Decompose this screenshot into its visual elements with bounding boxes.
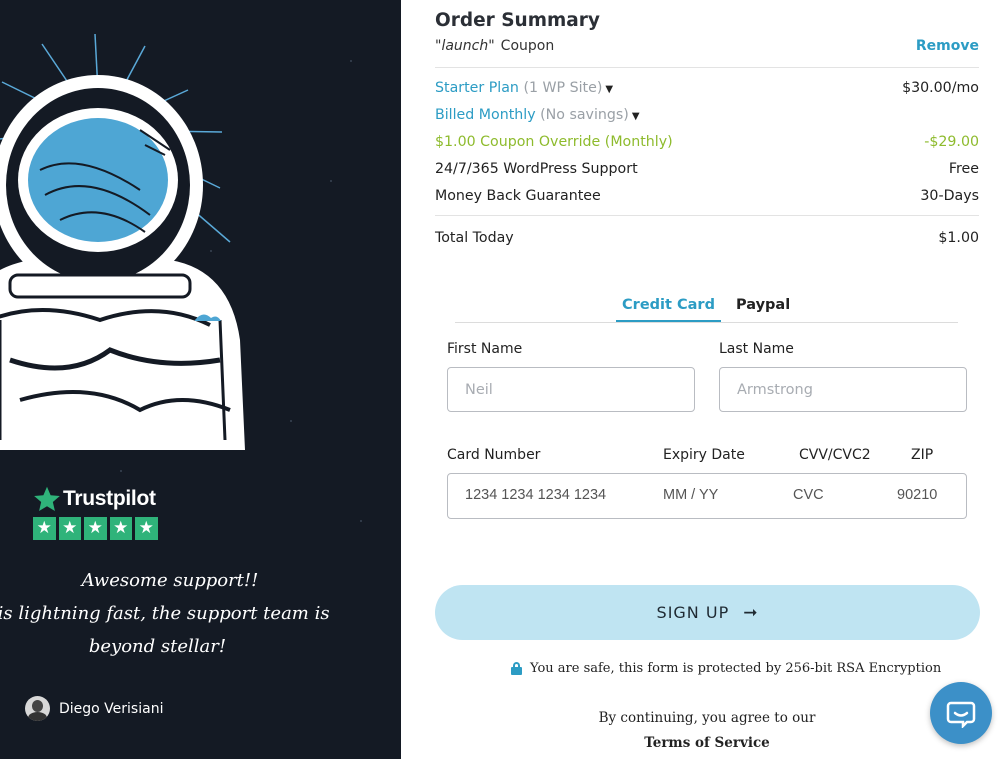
guarantee-label: Money Back Guarantee xyxy=(435,188,601,204)
security-text: You are safe, this form is protected by … xyxy=(530,661,942,676)
last-name-label: Last Name xyxy=(719,341,794,357)
checkout-panel: Order Summary "launch" Coupon Remove Star… xyxy=(401,0,1000,759)
billing-row: Billed Monthly (No savings) ▼ xyxy=(435,105,979,125)
divider xyxy=(435,215,979,216)
override-value: -$29.00 xyxy=(924,134,979,150)
card-number-label: Card Number xyxy=(447,447,541,463)
lock-icon xyxy=(511,662,522,675)
chat-icon xyxy=(946,701,976,728)
caret-down-icon: ▼ xyxy=(605,84,614,95)
expiry-label: Expiry Date xyxy=(663,447,745,463)
override-label: $1.00 Coupon Override (Monthly) xyxy=(435,134,673,150)
first-name-label: First Name xyxy=(447,341,523,357)
cvv-input[interactable]: CVC xyxy=(793,487,824,503)
support-row: 24/7/365 WordPress Support Free xyxy=(435,159,979,179)
billing-select[interactable]: Billed Monthly (No savings) ▼ xyxy=(435,107,640,123)
expiry-input[interactable]: MM / YY xyxy=(663,487,718,503)
support-value: Free xyxy=(948,161,979,177)
support-label: 24/7/365 WordPress Support xyxy=(435,161,638,177)
plan-select[interactable]: Starter Plan (1 WP Site) ▼ xyxy=(435,80,613,96)
testimonial-panel: Trustpilot ★ ★ ★ ★ ★ Awesome support!! g… xyxy=(0,0,401,759)
billing-detail: (No savings) xyxy=(540,107,629,123)
last-name-field[interactable]: Armstrong xyxy=(719,367,967,412)
zip-input[interactable]: 90210 xyxy=(897,487,937,503)
rating-star-icon: ★ xyxy=(84,517,107,540)
guarantee-value: 30-Days xyxy=(920,188,979,204)
coupon-line: "launch" Coupon xyxy=(435,38,554,54)
plan-row: Starter Plan (1 WP Site) ▼ $30.00/mo xyxy=(435,78,979,98)
zip-label: ZIP xyxy=(911,447,934,463)
testimonial-quote-line-3: beyond stellar! xyxy=(88,636,227,657)
divider xyxy=(435,67,979,68)
trustpilot-star-icon xyxy=(34,486,60,512)
testimonial-quote-line-2: g is lightning fast, the support team is xyxy=(0,603,330,624)
arrow-right-icon: ➞ xyxy=(743,602,759,623)
terms-of-service-link[interactable]: Terms of Service xyxy=(401,735,1000,751)
continue-text: By continuing, you agree to our xyxy=(598,710,816,726)
total-label: Total Today xyxy=(435,230,514,246)
rating-star-icon: ★ xyxy=(58,517,81,540)
astronaut-illustration xyxy=(0,33,245,450)
coupon-label: Coupon xyxy=(500,38,555,54)
tab-paypal[interactable]: Paypal xyxy=(736,297,790,313)
guarantee-row: Money Back Guarantee 30-Days xyxy=(435,186,979,206)
chat-launcher-button[interactable] xyxy=(930,682,992,744)
sign-up-button[interactable]: SIGN UP ➞ xyxy=(435,585,980,640)
card-details-field[interactable]: 1234 1234 1234 1234 MM / YY CVC 90210 xyxy=(447,473,967,519)
coupon-override-row: $1.00 Coupon Override (Monthly) -$29.00 xyxy=(435,132,979,152)
first-name-field[interactable]: Neil xyxy=(447,367,695,412)
trustpilot-name: Trustpilot xyxy=(63,487,156,510)
coupon-code: "launch" xyxy=(435,38,495,54)
billing-name: Billed Monthly xyxy=(435,107,536,123)
rating-star-icon: ★ xyxy=(109,517,132,540)
tab-credit-card[interactable]: Credit Card xyxy=(616,297,721,322)
reviewer-name: Diego Verisiani xyxy=(59,700,164,717)
sign-up-label: SIGN UP xyxy=(656,603,730,622)
total-value: $1.00 xyxy=(938,230,979,246)
plan-price: $30.00/mo xyxy=(902,80,979,96)
avatar xyxy=(25,696,50,721)
rating-star-icon: ★ xyxy=(135,517,158,540)
remove-coupon-link[interactable]: Remove xyxy=(916,38,979,54)
total-row: Total Today $1.00 xyxy=(435,228,979,248)
payment-tabs: Credit Card Paypal xyxy=(455,293,958,323)
plan-detail: (1 WP Site) xyxy=(523,80,603,96)
security-note: You are safe, this form is protected by … xyxy=(511,661,941,676)
plan-name: Starter Plan xyxy=(435,80,519,96)
trustpilot-rating: ★ ★ ★ ★ ★ xyxy=(33,517,158,540)
card-number-input[interactable]: 1234 1234 1234 1234 xyxy=(465,487,606,503)
trustpilot-badge: Trustpilot ★ ★ ★ ★ ★ xyxy=(33,485,158,540)
testimonial-quote-line-1: Awesome support!! xyxy=(81,570,259,591)
caret-down-icon: ▼ xyxy=(631,111,640,122)
order-summary-title: Order Summary xyxy=(435,10,600,31)
cvv-label: CVV/CVC2 xyxy=(799,447,871,463)
reviewer: Diego Verisiani xyxy=(25,696,163,721)
rating-star-icon: ★ xyxy=(33,517,56,540)
